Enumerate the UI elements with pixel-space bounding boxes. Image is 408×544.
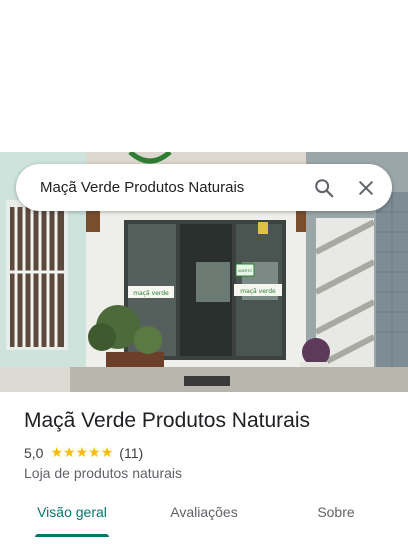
- search-icon: [315, 178, 334, 197]
- map-area-blank: [0, 0, 408, 152]
- tab-overview[interactable]: Visão geral: [35, 504, 109, 520]
- search-input[interactable]: Maçã Verde Produtos Naturais: [40, 179, 304, 196]
- open-sign: ABERTO: [238, 269, 252, 273]
- search-button[interactable]: [304, 168, 344, 208]
- star-icon: ★: [88, 445, 101, 461]
- star-icon: ★: [100, 445, 114, 461]
- clear-search-button[interactable]: [346, 168, 386, 208]
- star-icon: ★: [75, 445, 89, 461]
- tab-reviews[interactable]: Avaliações: [162, 504, 246, 520]
- star-icon: ★: [63, 445, 76, 461]
- close-icon: [359, 180, 373, 195]
- place-tabs: Visão geral Avaliações Sobre: [0, 494, 408, 544]
- rating-row[interactable]: 5,0 ★ ★ ★ ★ ★ (11): [24, 445, 143, 461]
- star-rating: ★ ★ ★ ★ ★: [50, 446, 113, 460]
- rating-value: 5,0: [24, 445, 44, 461]
- place-name: Maçã Verde Produtos Naturais: [24, 409, 310, 432]
- active-tab-indicator: [35, 534, 109, 537]
- door-sticker-left: maçã verde: [133, 290, 169, 297]
- door-sticker-right: maçã verde: [240, 288, 276, 295]
- star-icon: ★: [50, 445, 64, 461]
- search-bar[interactable]: Maçã Verde Produtos Naturais: [16, 164, 392, 211]
- review-count[interactable]: (11): [119, 445, 143, 461]
- tab-about[interactable]: Sobre: [310, 504, 362, 520]
- place-category: Loja de produtos naturais: [24, 465, 182, 481]
